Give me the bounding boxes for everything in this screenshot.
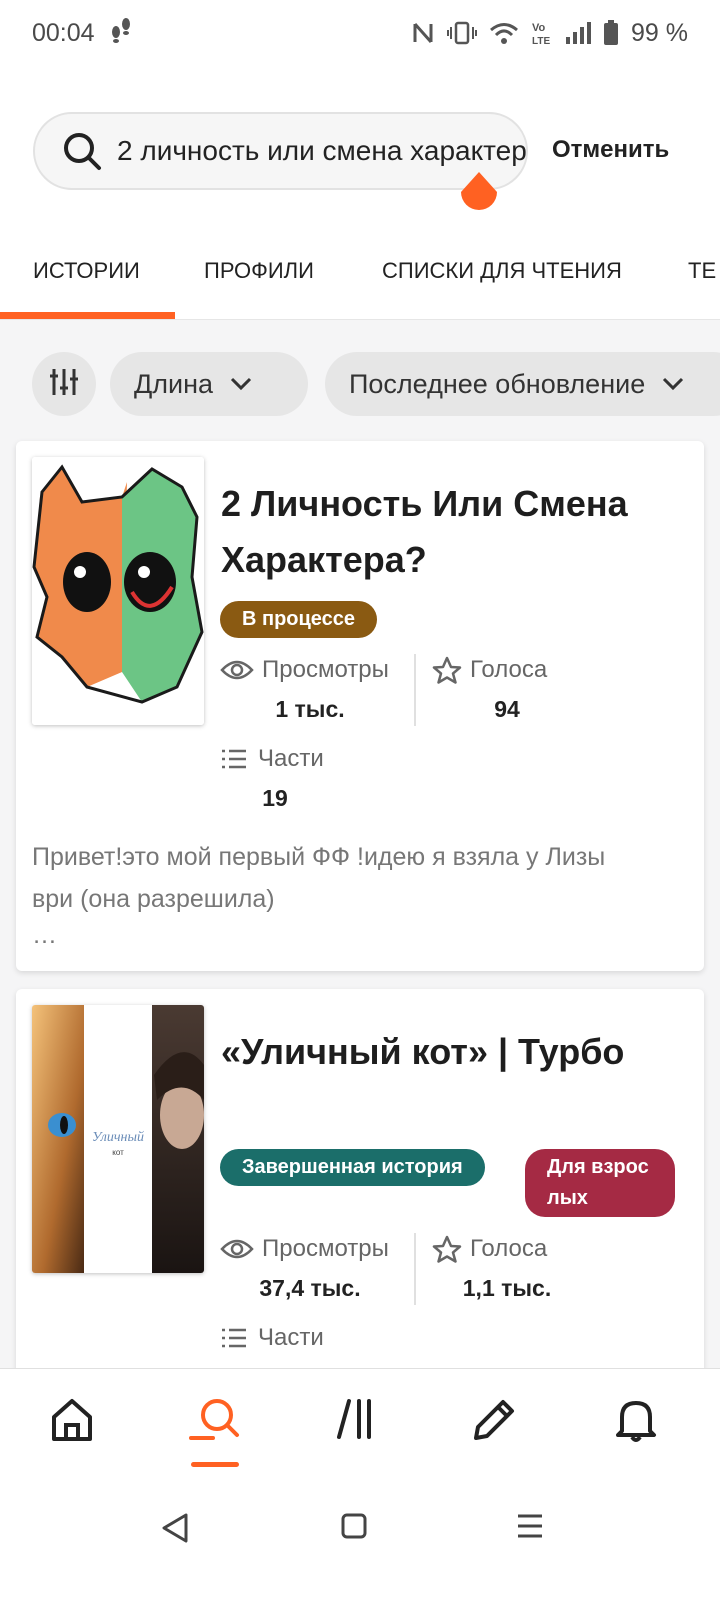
eye-icon (220, 660, 254, 680)
nav-home[interactable] (42, 1397, 102, 1447)
wifi-icon (489, 21, 519, 45)
stat-divider (414, 1233, 416, 1305)
length-filter-label: Длина (134, 368, 214, 399)
views-stat: Просмотры 1 тыс. (220, 656, 405, 723)
parts-stat: Части 19 (220, 745, 405, 812)
parts-label: Части (258, 1324, 324, 1351)
signal-icon (565, 21, 592, 45)
length-filter-chip[interactable]: Длина (110, 352, 308, 416)
home-icon (52, 1399, 92, 1441)
steps-icon (109, 16, 133, 51)
votes-stat: Голоса 1,1 тыс. (432, 1235, 617, 1302)
system-navigation (0, 1474, 720, 1600)
vibrate-icon (447, 21, 478, 45)
active-nav-indicator (191, 1462, 239, 1467)
star-icon (432, 1235, 462, 1263)
search-tabs: ИСТОРИИ ПРОФИЛИ СПИСКИ ДЛЯ ЧТЕНИЯ ТЕ (0, 223, 720, 320)
story-cover[interactable] (32, 457, 204, 725)
nav-notifications[interactable] (606, 1397, 666, 1447)
views-label: Просмотры (262, 1235, 389, 1262)
views-value: 1 тыс. (275, 696, 345, 722)
star-icon (432, 656, 462, 684)
stat-divider (414, 654, 416, 726)
votes-label: Голоса (470, 1235, 548, 1262)
filter-settings-button[interactable] (32, 352, 96, 416)
home-square-icon (341, 1513, 367, 1539)
description-ellipsis: … (32, 921, 57, 949)
mature-badge: Для взрослых (525, 1149, 675, 1217)
parts-label: Части (258, 745, 324, 772)
cover-title-text: Уличный (92, 1130, 144, 1145)
story-card[interactable]: 2 Личность Или Смена Характера? В процес… (16, 441, 704, 971)
text-cursor-handle[interactable] (459, 170, 499, 216)
list-icon (222, 1328, 246, 1348)
system-recents-button[interactable] (515, 1512, 545, 1545)
eye-icon (220, 1239, 254, 1259)
search-box[interactable] (33, 112, 528, 190)
search-icon (189, 1399, 239, 1440)
votes-value: 1,1 тыс. (462, 1275, 552, 1301)
search-icon (61, 130, 103, 172)
status-badge: В процессе (220, 601, 378, 638)
active-tab-indicator (0, 312, 175, 319)
bell-icon (616, 1401, 656, 1442)
status-time: 00:04 (32, 18, 95, 47)
battery-level: 99 % (631, 18, 688, 47)
list-icon (222, 749, 246, 769)
nav-write[interactable] (465, 1397, 525, 1447)
tab-profiles[interactable]: ПРОФИЛИ (204, 258, 314, 284)
nav-search[interactable] (185, 1397, 245, 1447)
battery-icon (603, 20, 619, 46)
chevron-down-icon (663, 377, 684, 391)
views-label: Просмотры (262, 656, 389, 683)
pencil-icon (474, 1400, 514, 1440)
tab-reading-lists[interactable]: СПИСКИ ДЛЯ ЧТЕНИЯ (382, 258, 622, 284)
views-stat: Просмотры 37,4 тыс. (220, 1235, 405, 1302)
sliders-icon (48, 366, 80, 403)
votes-value: 94 (494, 696, 520, 722)
story-title[interactable]: 2 Личность Или Смена Характера? (221, 476, 681, 588)
updated-filter-chip[interactable]: Последнее обновление (325, 352, 720, 416)
story-description: Привет!это мой первый ФФ !идею я взяла у… (32, 843, 606, 913)
status-bar: 00:04 Vo LTE 99 % (0, 0, 720, 66)
svg-text:Vo: Vo (532, 22, 546, 34)
library-icon (337, 1399, 371, 1439)
cancel-button[interactable]: Отменить (552, 136, 669, 164)
views-value: 37,4 тыс. (259, 1275, 361, 1301)
cover-subtitle-text: кот (112, 1148, 124, 1157)
votes-stat: Голоса 94 (432, 656, 617, 723)
tab-stories[interactable]: ИСТОРИИ (33, 258, 140, 284)
back-triangle-icon (162, 1513, 188, 1543)
filter-bar: Длина Последнее обновление (0, 350, 720, 418)
updated-filter-label: Последнее обновление (349, 368, 646, 399)
system-home-button[interactable] (340, 1512, 368, 1545)
svg-text:LTE: LTE (532, 36, 550, 46)
chevron-down-icon (231, 377, 252, 391)
story-cover[interactable]: Уличный кот (32, 1005, 204, 1273)
nav-library[interactable] (325, 1397, 385, 1447)
parts-stat: Части (220, 1324, 405, 1352)
story-card[interactable]: Уличный кот «Уличный кот» | Турбо Заверш… (16, 989, 704, 1379)
volte-icon: Vo LTE (531, 20, 553, 46)
bottom-navigation (0, 1368, 720, 1474)
votes-label: Голоса (470, 656, 548, 683)
tab-tags[interactable]: ТЕ (688, 258, 716, 284)
menu-lines-icon (518, 1514, 542, 1538)
parts-value: 19 (262, 785, 288, 811)
story-title[interactable]: «Уличный кот» | Турбо (221, 1024, 681, 1080)
search-header: Отменить (0, 66, 720, 223)
system-back-button[interactable] (160, 1512, 190, 1549)
nfc-icon (411, 20, 435, 46)
status-badge: Завершенная история (220, 1149, 485, 1186)
search-input[interactable] (117, 135, 526, 167)
